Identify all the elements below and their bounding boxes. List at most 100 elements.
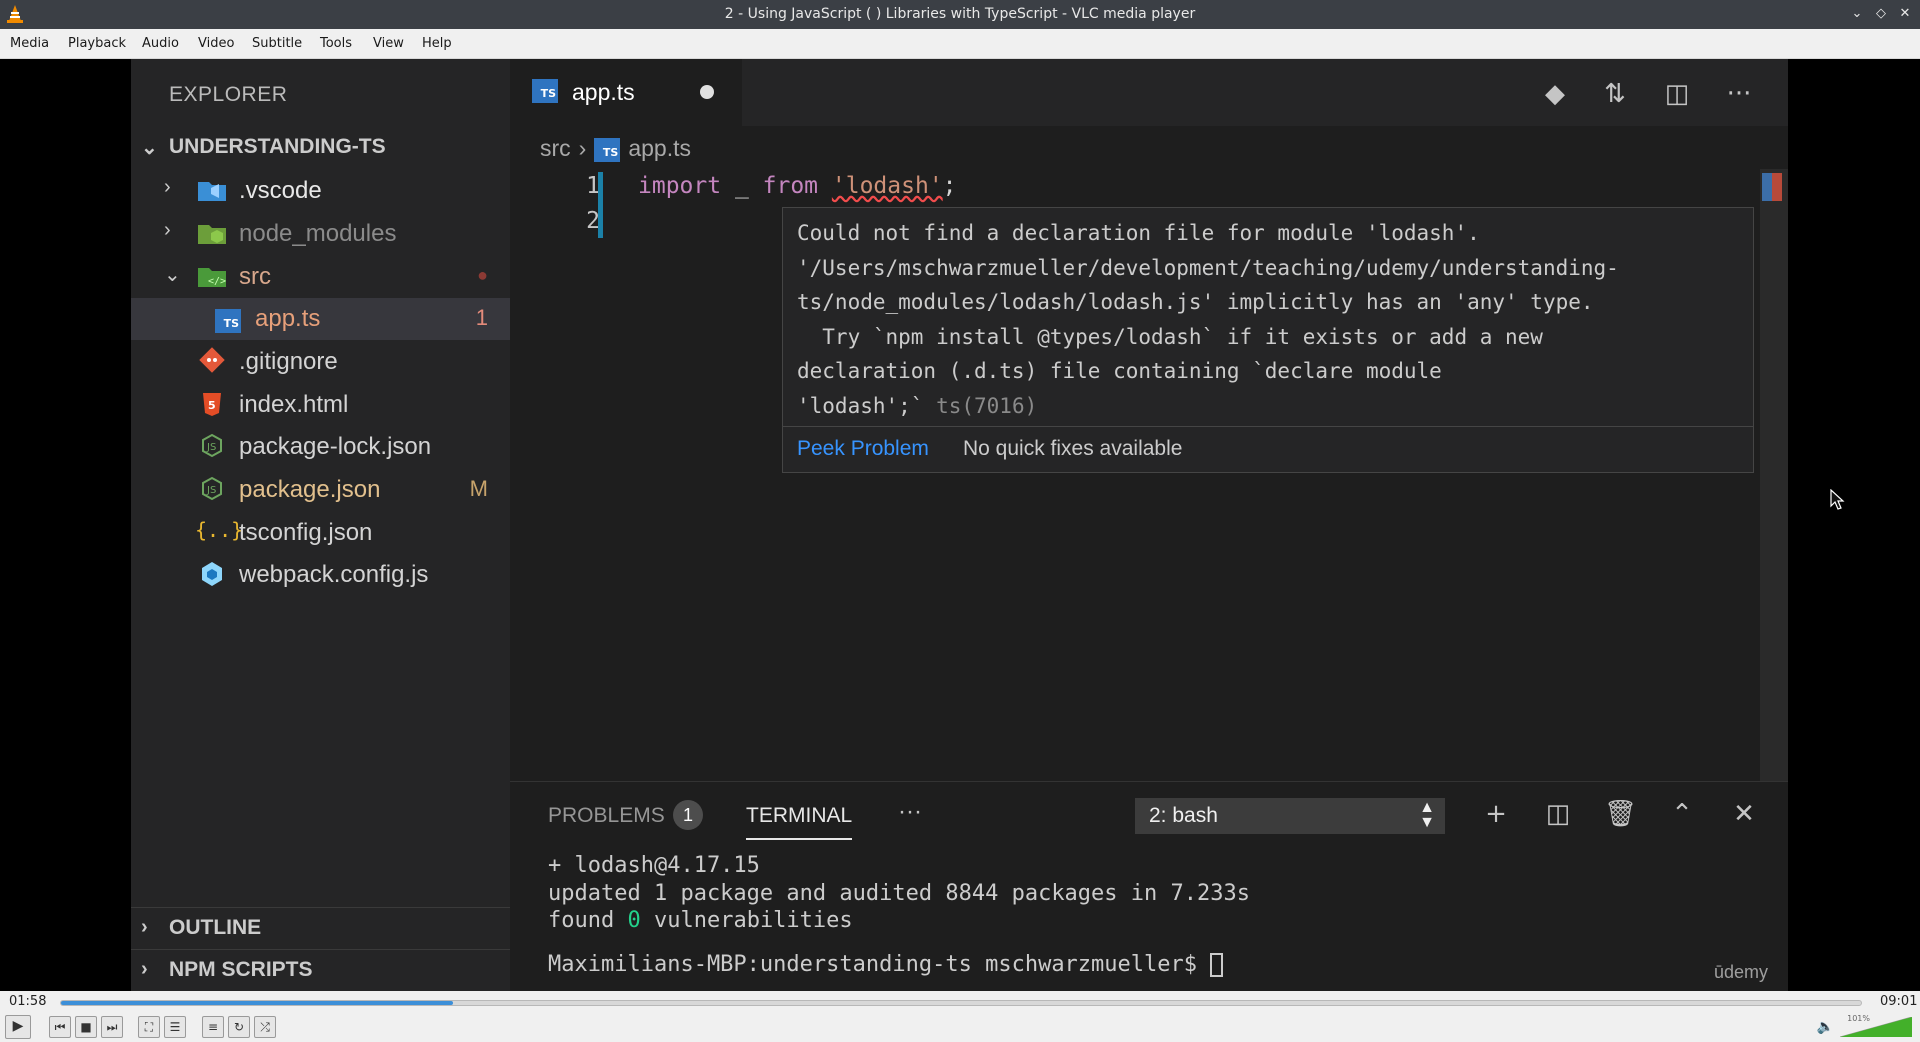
git-icon	[199, 347, 225, 373]
total-time: 09:01	[1880, 994, 1918, 1009]
diagnostic-hover: Could not find a declaration file for mo…	[782, 207, 1754, 473]
menu-subtitle[interactable]: Subtitle	[252, 36, 302, 51]
error-code: ts(7016)	[936, 393, 1038, 418]
chevron-right-icon: ›	[164, 176, 171, 198]
chevron-down-icon: ⌄	[141, 137, 158, 159]
tree-label: tsconfig.json	[239, 519, 373, 546]
tab-terminal: TERMINAL	[746, 804, 853, 840]
keyword-from: from	[762, 173, 819, 199]
module-string: 'lodash'	[831, 173, 943, 199]
tree-label: src	[239, 263, 271, 290]
tab-app-ts: TS app.ts	[510, 59, 742, 126]
editor-tab-bar: TS app.ts ◆ ⇅ ◫ ···	[510, 59, 1788, 126]
restore-icon[interactable]: ◇	[1872, 4, 1890, 24]
loop-button[interactable]: ↻	[228, 1016, 250, 1038]
seek-bar[interactable]	[60, 1000, 1862, 1006]
stop-button[interactable]: ■	[75, 1016, 97, 1038]
fullscreen-button[interactable]: ⛶	[138, 1016, 160, 1038]
play-button[interactable]: ▶	[5, 1015, 31, 1039]
tree-label: app.ts	[255, 305, 321, 332]
webpack-icon	[202, 562, 222, 586]
elapsed-time: 01:58	[9, 994, 47, 1009]
terminal-prompt: Maximilians-MBP:understanding-ts mschwar…	[548, 951, 1250, 979]
terminal-text: found	[548, 908, 628, 933]
terminal-line: + lodash@4.17.15	[548, 853, 760, 878]
close-icon[interactable]: ✕	[1896, 4, 1914, 24]
tree-item-webpack: webpack.config.js	[131, 554, 510, 596]
svg-text:JS: JS	[206, 442, 216, 453]
node-json-icon: JS	[202, 476, 222, 501]
more-actions-icon: ···	[1726, 79, 1752, 109]
playlist-button[interactable]: ≡	[202, 1016, 224, 1038]
compare-changes-icon: ⇅	[1604, 79, 1626, 109]
editor-scrollbar[interactable]	[1760, 169, 1788, 805]
no-quick-fixes-text: No quick fixes available	[963, 437, 1183, 460]
tree-item-src: ⌄ </> src ●	[131, 256, 510, 298]
speaker-icon[interactable]: 🔈	[1817, 1019, 1834, 1035]
menu-tools[interactable]: Tools	[320, 36, 352, 51]
hover-line: 'lodash';` ts(7016)	[797, 389, 1619, 424]
close-panel-icon: ✕	[1733, 799, 1755, 829]
semicolon: ;	[942, 173, 957, 199]
error-marker	[1772, 173, 1782, 201]
udemy-watermark: ūdemy	[1713, 962, 1768, 982]
next-button[interactable]: ⏭	[101, 1016, 123, 1038]
tree-label: .vscode	[239, 177, 322, 204]
tree-item-app-ts: TS app.ts 1	[131, 298, 510, 340]
menu-audio[interactable]: Audio	[142, 36, 179, 51]
git-diamond-icon: ◆	[1545, 79, 1565, 109]
ts-file-icon: TS	[215, 306, 245, 334]
select-arrows-icon: ▲ ▼	[1419, 799, 1435, 831]
git-modified-badge: M	[469, 476, 488, 501]
menu-view[interactable]: View	[373, 36, 404, 51]
extended-settings-button[interactable]: ☰	[164, 1016, 186, 1038]
minimize-icon[interactable]: ⌄	[1848, 4, 1866, 24]
trash-icon: 🗑	[1604, 799, 1638, 829]
menu-media[interactable]: Media	[10, 36, 49, 51]
more-icon: ···	[898, 798, 922, 825]
npm-scripts-section: › NPM SCRIPTS	[131, 949, 510, 991]
peek-problem-link[interactable]: Peek Problem	[797, 437, 929, 461]
node-folder-icon	[198, 225, 226, 244]
code-line-1: import _ from 'lodash';	[638, 169, 957, 204]
svg-text:</>: </>	[208, 276, 226, 287]
terminal-cursor	[1210, 952, 1224, 977]
modified-dot-icon: ●	[477, 265, 488, 285]
menu-bar: Media Playback Audio Video Subtitle Tool…	[0, 29, 1920, 59]
menu-help[interactable]: Help	[422, 36, 452, 51]
terminal-select-value: 2: bash	[1149, 804, 1218, 827]
video-frame[interactable]: EXPLORER ⌄ UNDERSTANDING-TS › .vscode › …	[0, 59, 1920, 991]
prompt-text: Maximilians-MBP:understanding-ts mschwar…	[548, 951, 1211, 977]
tree-item-package-lock: JS package-lock.json	[131, 426, 510, 468]
breadcrumb: src › TS app.ts	[540, 135, 691, 162]
node-json-icon: JS	[202, 433, 222, 458]
chevron-right-icon: ›	[141, 916, 148, 938]
chevron-right-icon: ›	[164, 219, 171, 241]
error-count-badge: 1	[475, 305, 488, 330]
terminal-output: + lodash@4.17.15 updated 1 package and au…	[548, 852, 1250, 978]
explorer-sidebar: EXPLORER ⌄ UNDERSTANDING-TS › .vscode › …	[131, 59, 510, 991]
hover-actions: Peek Problem No quick fixes available	[783, 426, 1753, 472]
tree-label: package-lock.json	[239, 433, 432, 460]
bottom-panel: PROBLEMS 1 TERMINAL ··· 2: bash ▲ ▼ + ◫ 🗑…	[510, 781, 1788, 991]
tree-label: .gitignore	[239, 348, 338, 375]
identifier: _	[721, 173, 763, 199]
previous-button[interactable]: ⏮	[49, 1016, 71, 1038]
tree-item-index-html: 5 index.html	[131, 384, 510, 426]
volume-slider[interactable]	[1840, 1017, 1912, 1037]
json-braces-icon: {..}	[195, 518, 244, 542]
src-folder-icon: </>	[198, 268, 226, 287]
terminal-select: 2: bash ▲ ▼	[1135, 798, 1445, 834]
breadcrumb-src: src	[540, 135, 571, 161]
menu-video[interactable]: Video	[198, 36, 234, 51]
seek-progress	[61, 1001, 454, 1005]
shuffle-button[interactable]: ⤮	[254, 1016, 276, 1038]
menu-playback[interactable]: Playback	[68, 36, 126, 51]
hover-line: Try `npm install @types/lodash` if it ex…	[797, 324, 1543, 349]
tree-item-gitignore: .gitignore	[131, 341, 510, 383]
tree-item-package-json: JS package.json M	[131, 469, 510, 511]
split-editor-icon: ◫	[1664, 79, 1690, 109]
hover-line: Could not find a declaration file for mo…	[797, 221, 1480, 245]
tree-label: webpack.config.js	[239, 561, 429, 588]
outline-section: › OUTLINE	[131, 907, 510, 949]
